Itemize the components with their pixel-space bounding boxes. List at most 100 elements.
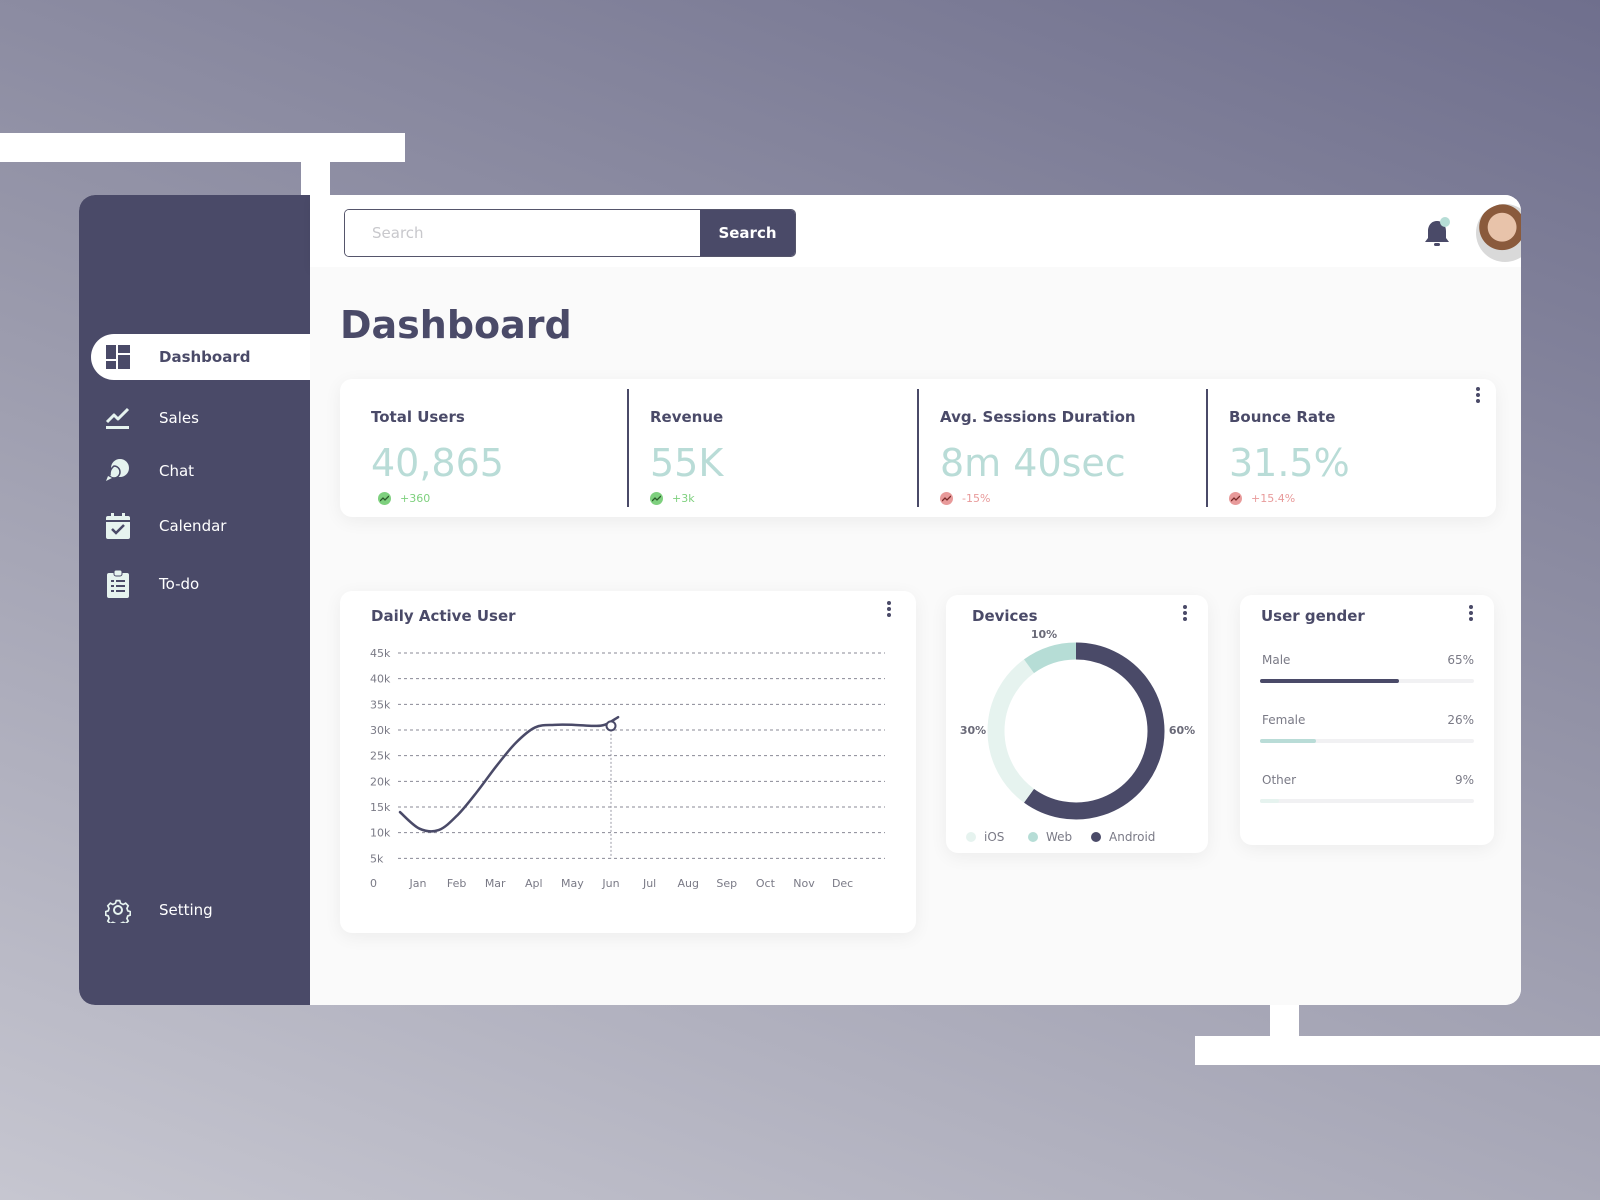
search-bar: Search [344,209,796,257]
trend-down-icon [940,492,953,505]
y-tick-label: 40k [370,673,391,686]
gender-label: Male [1262,653,1291,667]
stat-bounce-rate: Bounce Rate 31.5% +15.4% [1206,389,1490,507]
slice-label: 60% [1169,724,1195,737]
sidebar-item-chat[interactable]: Chat [91,448,310,494]
stat-avg-session: Avg. Sessions Duration 8m 40sec -15% [917,389,1201,507]
highlight-point[interactable] [605,720,617,732]
x-tick-label: Aug [677,877,698,890]
sidebar: Dashboard Sales Chat Calendar To-do Sett… [79,195,310,1005]
y-tick-label: 35k [370,698,391,711]
stat-total-users: Total Users 40,865 +360 [340,389,624,507]
series-line [398,715,620,833]
clipboard-list-icon [105,570,131,598]
background-decoration [1270,1003,1299,1036]
search-button[interactable]: Search [700,210,795,256]
donut-slice-web[interactable] [1023,642,1077,674]
sidebar-item-label: Calendar [159,517,227,535]
background-decoration [1195,1036,1600,1065]
notification-button[interactable] [1422,217,1452,249]
y-tick-label: 30k [370,724,391,737]
app-window: Dashboard Sales Chat Calendar To-do Sett… [79,195,1521,1005]
y-tick-label: 5k [370,852,384,865]
progress-track [1260,679,1474,683]
stat-value: 40,865 [371,441,504,485]
top-bar: Search [310,195,1521,267]
stat-title: Revenue [650,408,724,426]
y-tick-label: 10k [370,827,391,840]
sidebar-item-label: Dashboard [159,348,251,366]
trend-up-icon [378,492,391,505]
x-tick-label: Nov [793,877,815,890]
legend-item-android: Android [1091,830,1155,844]
stat-title: Avg. Sessions Duration [940,408,1136,426]
x-tick-label: Dec [832,877,853,890]
y-tick-label: 0 [370,877,377,890]
donut-chart: 60% 30% 10% [960,628,1195,820]
stat-delta: +15.4% [1229,492,1295,505]
dashboard-icon [105,344,131,370]
search-input[interactable] [345,210,700,256]
notification-dot [1440,217,1450,227]
progress-fill [1260,799,1280,803]
gender-percent: 65% [1447,653,1474,667]
trend-down-icon [1229,492,1242,505]
stat-value: 55K [650,441,724,485]
sidebar-item-setting[interactable]: Setting [91,887,310,933]
daily-active-user-card: Daily Active User 0 5k 10k 15k 20k 25k 30k 35k 4… [340,591,916,933]
x-tick-label: May [561,877,584,890]
divider [1206,389,1208,507]
sidebar-item-todo[interactable]: To-do [91,561,310,607]
more-options-icon[interactable] [1468,605,1474,623]
y-tick-label: 45k [370,647,391,660]
sidebar-item-label: Sales [159,409,199,427]
legend-item-ios: iOS [966,830,1004,844]
stat-title: Bounce Rate [1229,408,1336,426]
stat-delta: +3k [650,492,695,505]
sidebar-item-label: Chat [159,462,195,480]
user-avatar[interactable] [1476,204,1521,262]
sidebar-item-sales[interactable]: Sales [91,395,310,441]
sidebar-item-label: Setting [159,901,213,919]
sidebar-item-dashboard[interactable]: Dashboard [91,334,310,380]
stat-delta: +360 [378,492,430,505]
chat-bubbles-icon [105,458,131,484]
gender-percent: 9% [1454,773,1474,787]
legend-swatch [1028,832,1038,842]
stat-revenue: Revenue 55K +3k [627,389,911,507]
background-decoration [301,162,330,196]
sidebar-item-calendar[interactable]: Calendar [91,503,310,549]
line-chart: 0 5k 10k 15k 20k 25k 30k 35k 40k 45k Jan Feb Mar Apl M… [370,647,885,890]
stat-value: 8m 40sec [940,441,1126,485]
sidebar-item-label: To-do [159,575,200,593]
y-tick-label: 25k [370,750,391,763]
page-title: Dashboard [340,303,572,347]
stats-card: Total Users 40,865 +360 Revenue 55K +3k … [340,379,1496,517]
stat-title: Total Users [371,408,465,426]
background-decoration [0,133,405,162]
divider [917,389,919,507]
progress-track [1260,739,1474,743]
x-tick-label: Oct [756,877,776,890]
donut-slice-android[interactable] [1023,642,1165,820]
slice-label: 10% [1031,628,1057,641]
chart-line-icon [105,405,131,431]
x-tick-label: Mar [485,877,506,890]
gear-icon [105,897,131,923]
donut-slice-ios[interactable] [987,659,1035,803]
progress-fill [1260,739,1316,743]
progress-track [1260,799,1474,803]
x-tick-label: Jun [601,877,619,890]
x-tick-label: Apl [525,877,543,890]
y-tick-label: 20k [370,775,391,788]
legend-swatch [966,832,976,842]
main-content: Dashboard Total Users 40,865 +360 Revenu… [310,267,1521,1005]
calendar-check-icon [105,513,131,539]
stat-delta: -15% [940,492,990,505]
gender-percent: 26% [1447,713,1474,727]
x-tick-label: Sep [716,877,737,890]
divider [627,389,629,507]
gender-label: Other [1262,773,1297,787]
progress-fill [1260,679,1400,683]
user-gender-card: User gender Male 65% Female 26% Other 9% [1240,595,1494,845]
